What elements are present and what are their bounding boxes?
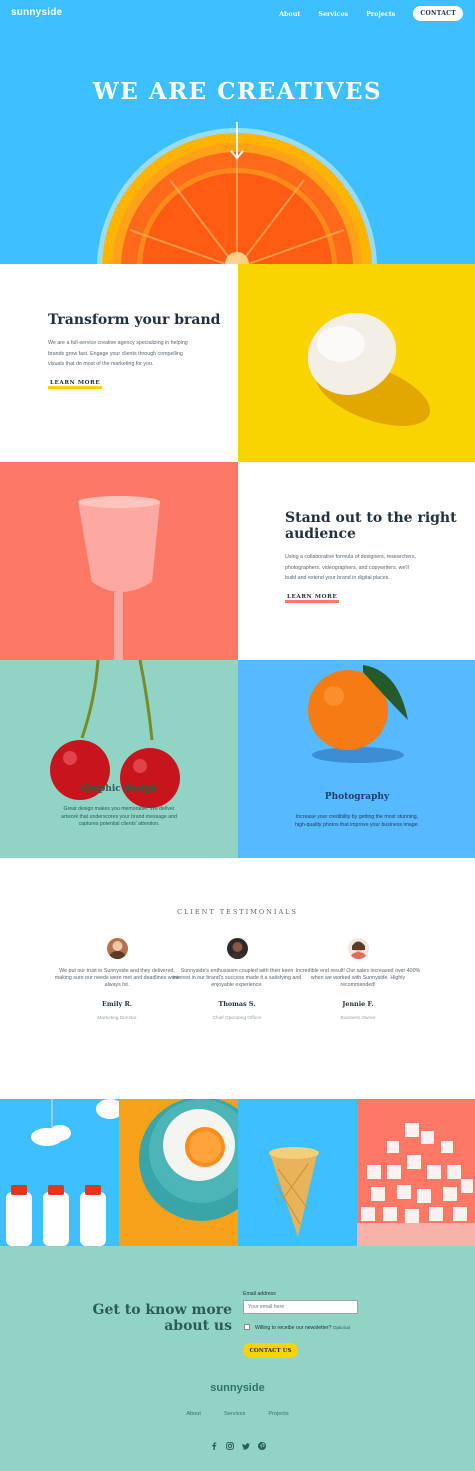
testimonial-quote: Incredible end result! Our sales increas…: [295, 968, 421, 988]
gallery-milk-bottles-image: [0, 1099, 119, 1246]
email-label: Email address: [243, 1291, 276, 1297]
glass-image: [0, 462, 238, 660]
footer-nav-services[interactable]: Services: [224, 1411, 245, 1417]
testimonial-role: Business Owner: [340, 1016, 376, 1022]
footer-logo[interactable]: sunnyside: [0, 1382, 475, 1394]
testimonial-card: Incredible end result! Our sales increas…: [293, 938, 423, 1021]
testimonial-name: Jennie F.: [342, 1000, 374, 1009]
graphic-design-body: Great design makes you memorable. We del…: [61, 806, 177, 828]
testimonial-card: We put our trust in Sunnyside and they d…: [52, 938, 182, 1021]
nav-about[interactable]: About: [279, 10, 300, 18]
newsletter-checkbox-label: Willing to receibe our newsletter? Optio…: [255, 1325, 350, 1331]
facebook-icon[interactable]: [210, 1442, 218, 1450]
gallery-sugar-cubes-image: [357, 1099, 475, 1246]
testimonial-quote: We put our trust in Sunnyside and they d…: [54, 968, 180, 988]
photography-title: Photography: [324, 792, 390, 802]
social-links: [0, 1442, 475, 1450]
testimonial-card: Sunnyside's enthusiasm coupled with thei…: [172, 938, 302, 1021]
testimonial-quote: Sunnyside's enthusiasm coupled with thei…: [172, 968, 302, 988]
checkbox-label-text: Willing to receibe our newsletter?: [255, 1325, 332, 1331]
transform-learn-more-link[interactable]: LEARN MORE: [48, 380, 103, 389]
nav-projects[interactable]: Projects: [366, 10, 395, 18]
graphic-design-title: Graphic design: [80, 784, 158, 794]
avatar: [226, 938, 248, 959]
hero-section: sunnyside About Services Projects CONTAC…: [0, 0, 475, 264]
graphic-design-card: Graphic design Great design makes you me…: [0, 660, 238, 858]
hero-title: WE ARE CREATIVES: [92, 78, 383, 105]
testimonial-name: Thomas S.: [218, 1000, 256, 1009]
footer-section: Get to know more about us Email address …: [0, 1246, 475, 1471]
gallery-orange-plate-image: [119, 1099, 238, 1246]
gallery-ice-cream-cone-image: [238, 1099, 357, 1246]
email-input[interactable]: [243, 1300, 358, 1314]
photography-card: Photography Increase your credibility by…: [238, 660, 475, 858]
main-nav: About Services Projects CONTACT: [279, 6, 463, 21]
transform-title: Transform your brand: [48, 312, 221, 328]
testimonials-section: CLIENT TESTIMONIALS We put our trust in …: [0, 858, 475, 1099]
avatar: [106, 938, 128, 959]
optional-label: Optional: [332, 1325, 350, 1330]
logo[interactable]: sunnyside: [11, 7, 62, 18]
contact-us-button[interactable]: CONTACT US: [243, 1343, 298, 1358]
standout-section: Stand out to the right audience Using a …: [238, 462, 475, 660]
gallery-section: [0, 1099, 475, 1246]
egg-image: [238, 264, 475, 462]
testimonial-role: Marketing Director: [97, 1016, 137, 1022]
twitter-icon[interactable]: [241, 1442, 250, 1450]
contact-button[interactable]: CONTACT: [413, 6, 463, 21]
avatar: [347, 938, 369, 959]
newsletter-title: Get to know more about us: [92, 1302, 232, 1334]
testimonial-name: Emily R.: [102, 1000, 132, 1009]
photography-body: Increase your credibility by getting the…: [295, 814, 419, 828]
transform-body: We are a full-service creative agency sp…: [48, 340, 188, 367]
footer-nav: About Services Projects: [0, 1411, 475, 1417]
footer-nav-about[interactable]: About: [186, 1411, 201, 1417]
footer-nav-projects[interactable]: Projects: [268, 1411, 288, 1417]
transform-section: Transform your brand We are a full-servi…: [0, 264, 238, 462]
testimonial-role: Chief Operating Officer: [212, 1016, 262, 1022]
pinterest-icon[interactable]: [257, 1442, 266, 1450]
nav-services[interactable]: Services: [318, 10, 348, 18]
testimonials-heading: CLIENT TESTIMONIALS: [177, 908, 298, 916]
instagram-icon[interactable]: [225, 1442, 234, 1450]
standout-title: Stand out to the right audience: [285, 510, 457, 542]
standout-learn-more-link[interactable]: LEARN MORE: [285, 594, 340, 603]
arrow-down-icon[interactable]: [230, 122, 244, 162]
newsletter-checkbox[interactable]: [244, 1324, 250, 1330]
standout-body: Using a collaborative formula of designe…: [285, 554, 417, 581]
